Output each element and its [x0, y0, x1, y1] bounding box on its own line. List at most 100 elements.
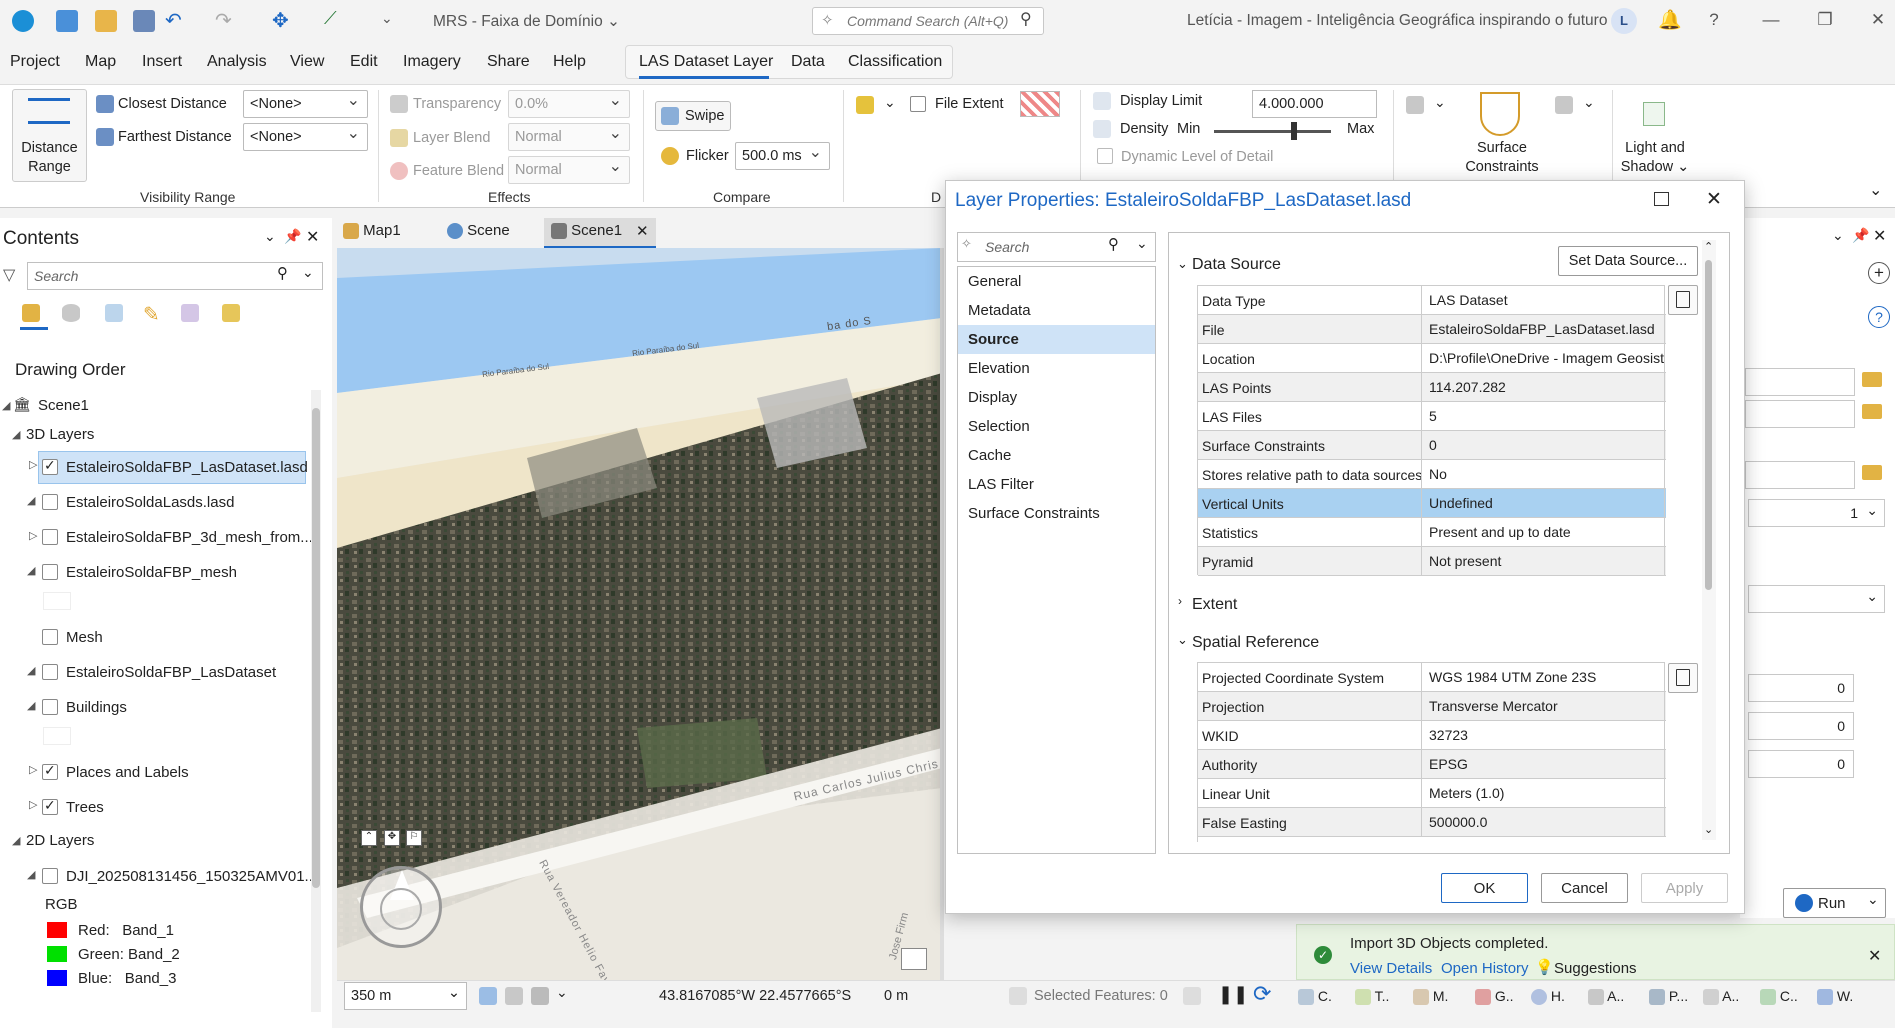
layer-visibility-checkbox[interactable]: [42, 629, 58, 645]
tab-classification[interactable]: Classification: [848, 53, 942, 71]
menu-project[interactable]: Project: [10, 53, 60, 71]
layer-item[interactable]: Buildings: [66, 699, 127, 716]
nav-las-filter[interactable]: LAS Filter: [958, 470, 1155, 499]
chevron-down-icon[interactable]: ⌄: [1136, 235, 1148, 252]
ok-button[interactable]: OK: [1441, 873, 1528, 903]
scale-select[interactable]: 350 m ⌄: [344, 982, 467, 1010]
row-value[interactable]: Transverse Mercator: [1423, 692, 1665, 720]
tab-map1[interactable]: Map1: [343, 222, 401, 246]
ribbon-collapse-icon[interactable]: ⌄: [1869, 180, 1882, 200]
row-value[interactable]: Present and up to date: [1423, 518, 1665, 546]
table-row-selected[interactable]: Vertical Units Undefined: [1198, 489, 1666, 518]
save-project-icon[interactable]: [133, 10, 155, 32]
constraints-icon[interactable]: [531, 987, 549, 1005]
bottom-tool[interactable]: G..: [1475, 988, 1514, 1006]
row-value[interactable]: 500000.0: [1423, 808, 1665, 836]
menu-map[interactable]: Map: [85, 53, 116, 71]
expand-arrow-icon[interactable]: ›: [1178, 594, 1182, 608]
menu-analysis[interactable]: Analysis: [207, 53, 267, 71]
layer-visibility-checkbox[interactable]: [42, 564, 58, 580]
bottom-tool[interactable]: A..: [1588, 988, 1624, 1006]
bottom-tool[interactable]: P...: [1649, 988, 1688, 1006]
open-project-icon[interactable]: [95, 10, 117, 32]
refresh-icon[interactable]: ⟳: [1253, 981, 1271, 1007]
help-icon[interactable]: ?: [1702, 10, 1726, 32]
customize-quick-access-icon[interactable]: ⌄: [381, 10, 393, 27]
expand-arrow[interactable]: ◢: [27, 564, 35, 577]
expand-arrow[interactable]: ◢: [27, 494, 35, 507]
folder-icon[interactable]: [1862, 465, 1882, 480]
param-number[interactable]: 0: [1748, 750, 1854, 778]
chevron-down-icon[interactable]: ⌄: [556, 984, 568, 1001]
tab-scene1[interactable]: Scene1: [551, 222, 622, 246]
folder-icon[interactable]: [1862, 372, 1882, 387]
layer-visibility-checkbox[interactable]: [42, 494, 58, 510]
close-dialog-icon[interactable]: ✕: [1706, 188, 1722, 211]
param-input[interactable]: [1745, 368, 1855, 396]
tab-las-dataset-layer[interactable]: LAS Dataset Layer: [639, 53, 773, 71]
layer-visibility-checkbox[interactable]: [42, 529, 58, 545]
add-icon[interactable]: +: [1868, 262, 1890, 284]
collapse-arrow-icon[interactable]: ⌄: [1177, 632, 1188, 648]
row-value[interactable]: EPSG: [1423, 750, 1665, 778]
nav-display[interactable]: Display: [958, 383, 1155, 412]
list-by-labeling-icon[interactable]: [222, 304, 240, 322]
collapse-arrow-icon[interactable]: ⌄: [1177, 256, 1188, 272]
list-by-editing-icon[interactable]: ✎: [143, 302, 160, 327]
param-select[interactable]: ⌄: [1748, 585, 1885, 613]
list-by-selection-icon[interactable]: [105, 304, 123, 322]
layer-visibility-checkbox[interactable]: [42, 762, 58, 780]
row-value[interactable]: WGS 1984 UTM Zone 23S: [1423, 663, 1665, 691]
spatial-reference-header[interactable]: Spatial Reference: [1192, 634, 1319, 652]
scroll-up-icon[interactable]: ⌃: [1704, 240, 1713, 253]
menu-insert[interactable]: Insert: [142, 53, 182, 71]
feature-blend-select[interactable]: Normal: [508, 156, 630, 184]
command-search-input[interactable]: Command Search (Alt+Q): [812, 7, 1044, 35]
apply-button[interactable]: Apply: [1641, 873, 1728, 903]
avatar[interactable]: L: [1611, 8, 1637, 34]
pin-icon[interactable]: 📌: [1852, 227, 1869, 244]
data-source-header[interactable]: Data Source: [1192, 256, 1281, 274]
chevron-down-icon[interactable]: ⌄: [884, 94, 896, 111]
snapping-icon[interactable]: [479, 987, 497, 1005]
bottom-tool[interactable]: C..: [1760, 988, 1798, 1006]
expand-arrow[interactable]: ◢: [2, 399, 10, 412]
list-by-snapping-icon[interactable]: [181, 304, 199, 322]
help-icon[interactable]: ?: [1868, 306, 1890, 328]
search-icon[interactable]: ⚲: [277, 264, 288, 282]
expand-arrow[interactable]: ◢: [12, 428, 20, 441]
row-value[interactable]: Undefined: [1423, 489, 1665, 517]
layer-item[interactable]: Trees: [66, 799, 104, 816]
extent-header[interactable]: Extent: [1192, 596, 1237, 614]
grid-icon[interactable]: [505, 987, 523, 1005]
layer-item[interactable]: EstaleiroSoldaFBP_LasDataset: [66, 664, 276, 681]
row-value[interactable]: 0: [1423, 431, 1665, 459]
menu-help[interactable]: Help: [553, 53, 586, 71]
layer-item[interactable]: EstaleiroSoldaFBP_mesh: [66, 564, 237, 581]
chart-icon[interactable]: ⟋: [324, 8, 337, 29]
expand-arrow[interactable]: ▷: [29, 529, 37, 542]
menu-imagery[interactable]: Imagery: [403, 53, 461, 71]
new-project-icon[interactable]: [56, 10, 78, 32]
row-value[interactable]: 5: [1423, 402, 1665, 430]
layer-item[interactable]: Places and Labels: [66, 764, 189, 781]
scene-node[interactable]: Scene1: [38, 397, 89, 414]
nav-general[interactable]: General: [958, 267, 1155, 296]
surface-constraints-icon[interactable]: [1480, 92, 1520, 136]
menu-share[interactable]: Share: [487, 53, 530, 71]
expand-arrow[interactable]: ◢: [27, 868, 35, 881]
nav-elevation[interactable]: Elevation: [958, 354, 1155, 383]
open-history-link[interactable]: Open History: [1441, 960, 1529, 977]
contents-scrollbar-thumb[interactable]: [312, 408, 320, 888]
expand-arrow[interactable]: ▷: [29, 763, 37, 776]
pane-options-icon[interactable]: ⌄: [264, 228, 276, 245]
row-value[interactable]: Meters (1.0): [1423, 779, 1665, 807]
pin-icon[interactable]: 📌: [284, 228, 301, 245]
layer-visibility-checkbox[interactable]: [42, 868, 58, 884]
menu-view[interactable]: View: [290, 53, 324, 71]
row-value[interactable]: Not present: [1423, 547, 1665, 575]
search-icon[interactable]: ⚲: [1108, 235, 1119, 253]
layer-item[interactable]: Mesh: [66, 629, 103, 646]
menu-edit[interactable]: Edit: [350, 53, 378, 71]
filter-funnel-icon[interactable]: ▽: [3, 265, 15, 285]
